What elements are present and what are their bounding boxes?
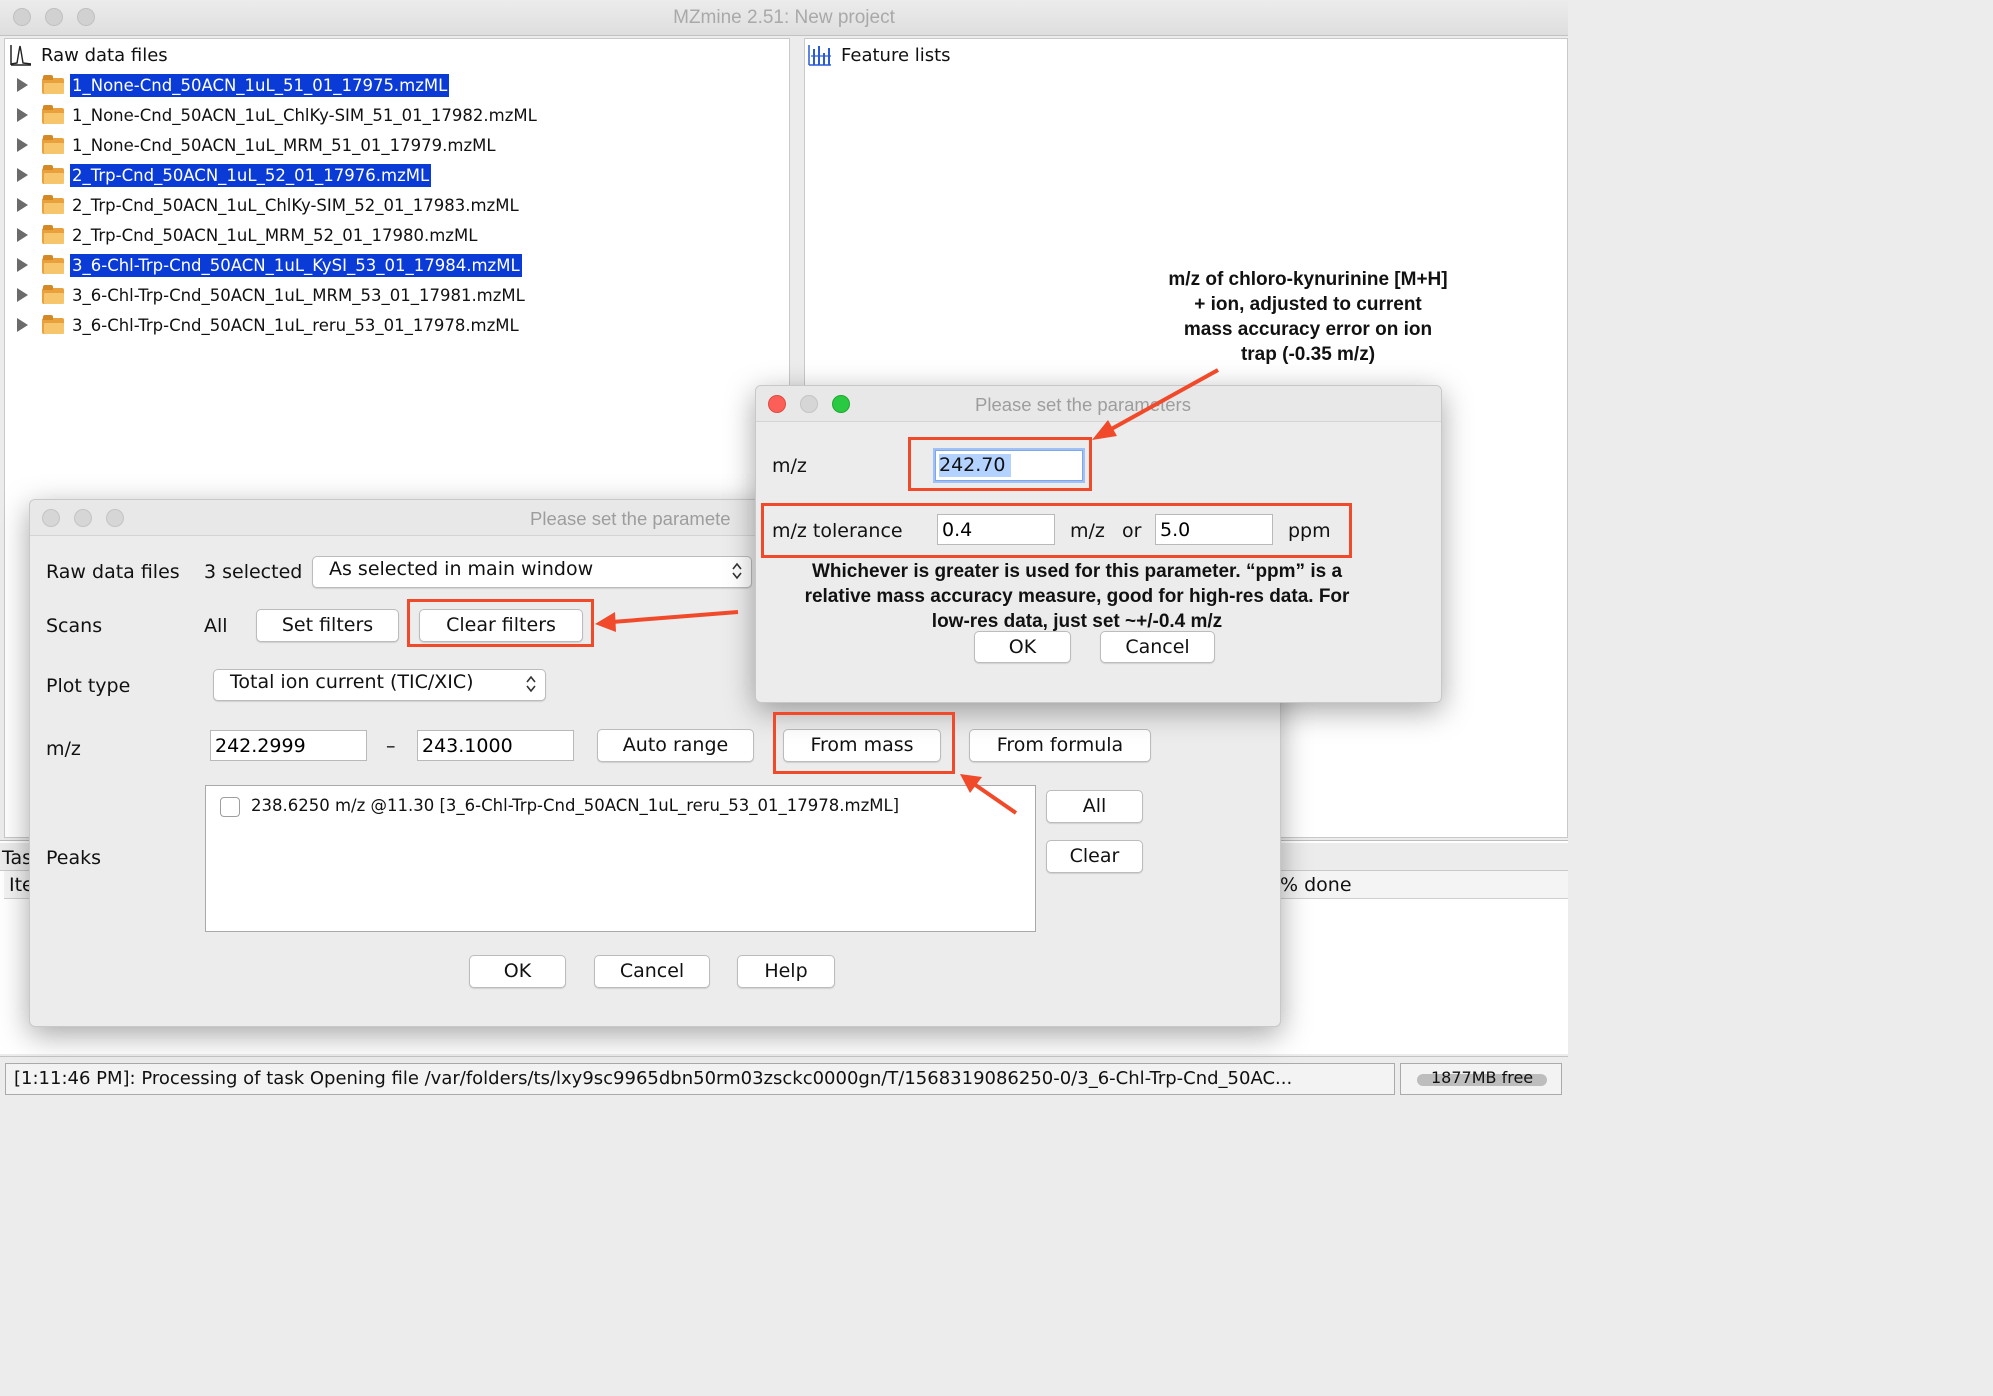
- arrow-to-mz-value: [1092, 368, 1219, 440]
- annotation-arrows: [595, 368, 1219, 815]
- arrow-to-clear-filters: [595, 610, 739, 632]
- arrow-to-from-mass: [960, 774, 1018, 815]
